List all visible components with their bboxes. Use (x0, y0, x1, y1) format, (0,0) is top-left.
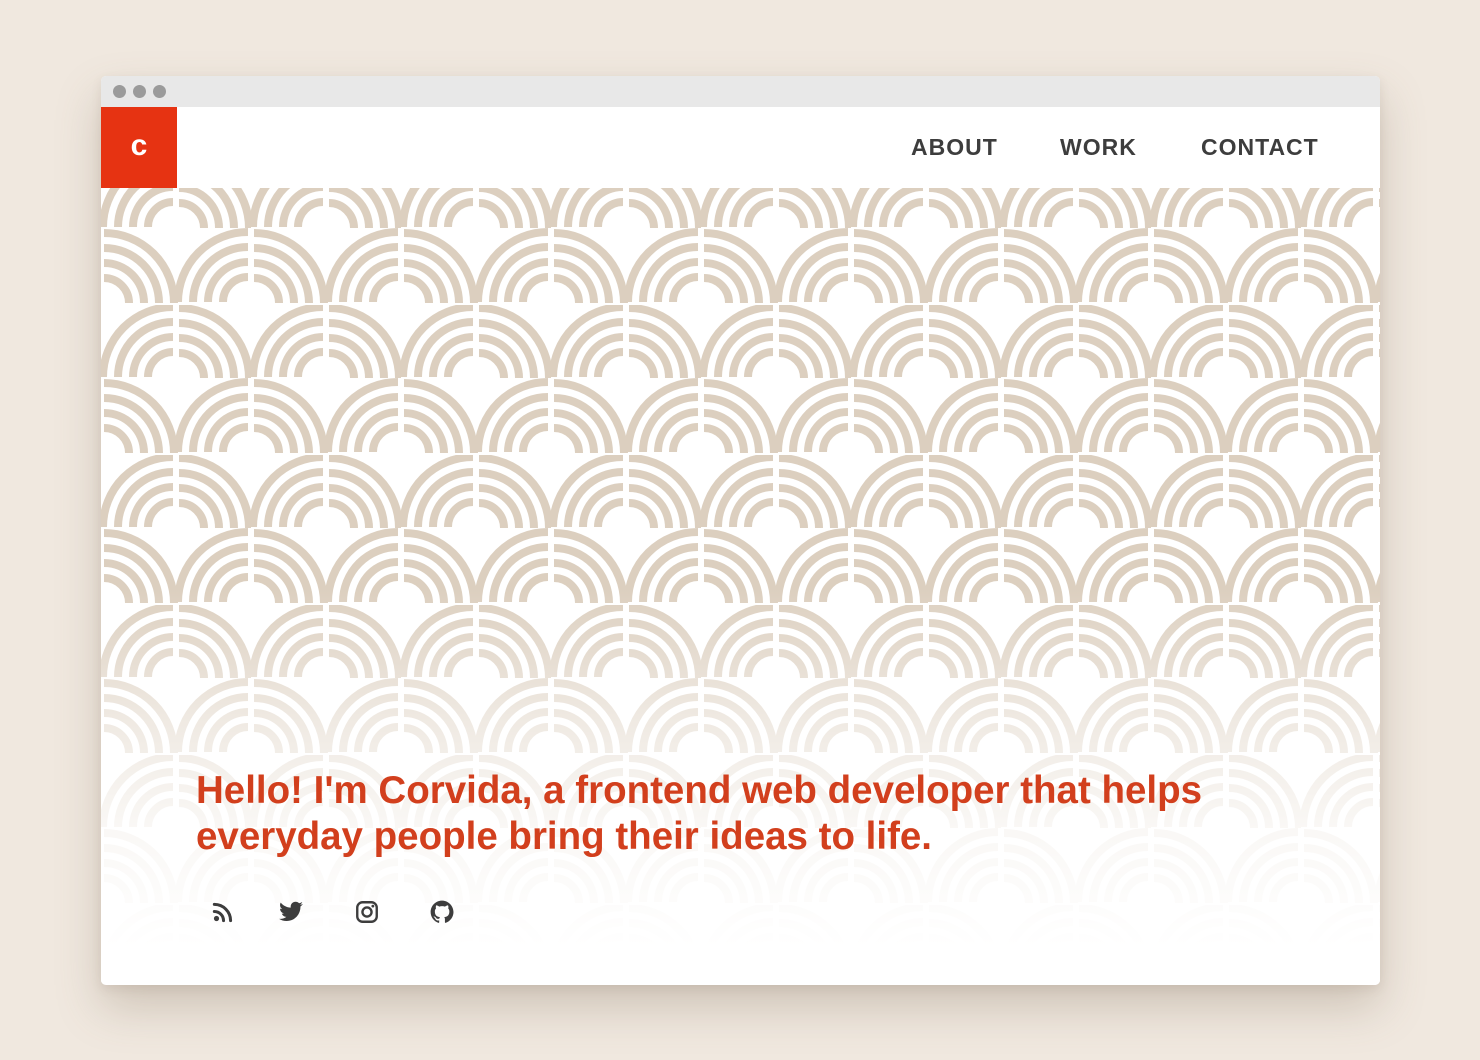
logo[interactable]: c (101, 107, 177, 188)
hero-headline: Hello! I'm Corvida, a frontend web devel… (196, 769, 1203, 858)
site-header: c ABOUT WORK CONTACT (101, 107, 1380, 188)
pattern-fade-overlay (101, 188, 1380, 985)
instagram-icon[interactable] (354, 899, 380, 925)
nav-link-work[interactable]: WORK (1060, 107, 1137, 188)
window-control-dot[interactable] (133, 85, 146, 98)
twitter-icon[interactable] (278, 899, 304, 925)
social-links (101, 899, 701, 929)
nav-link-about[interactable]: ABOUT (911, 107, 998, 188)
browser-window: c ABOUT WORK CONTACT Hello! I'm Corvida,… (101, 76, 1380, 985)
window-control-dot[interactable] (153, 85, 166, 98)
nav-link-contact[interactable]: CONTACT (1201, 107, 1319, 188)
rss-icon[interactable] (210, 899, 236, 925)
window-control-dot[interactable] (113, 85, 126, 98)
window-titlebar (101, 76, 1380, 107)
github-icon[interactable] (429, 899, 455, 925)
hero-section: Hello! I'm Corvida, a frontend web devel… (101, 188, 1380, 985)
